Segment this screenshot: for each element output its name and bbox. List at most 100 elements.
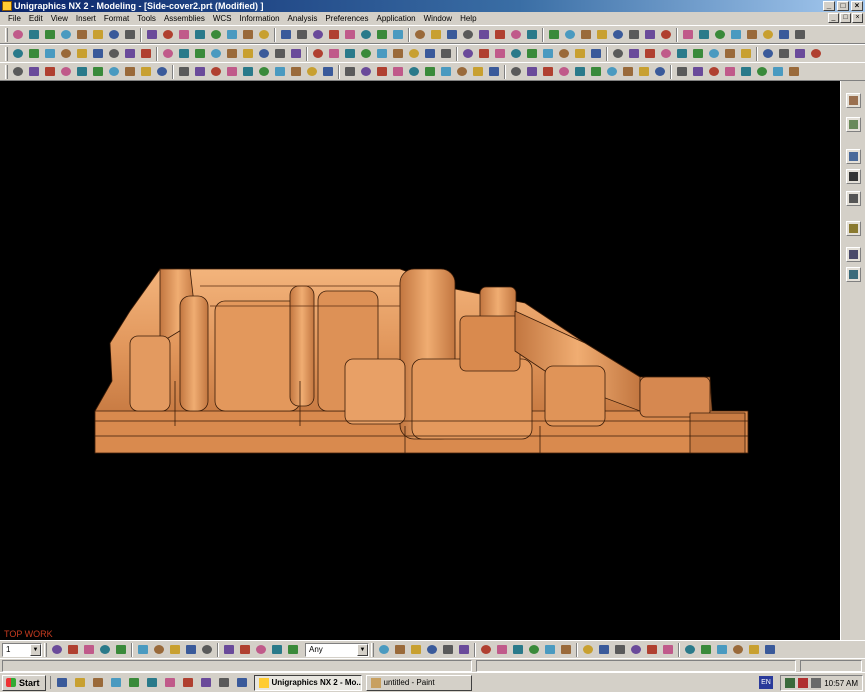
palette-icon[interactable] [846,221,861,236]
feature-tool-icon[interactable] [177,65,191,79]
standard-tool-icon[interactable] [413,28,427,42]
toolbar-grip[interactable] [44,642,47,657]
feature-tool-icon[interactable] [675,65,689,79]
curve-tool-icon[interactable] [123,47,137,61]
training-icon[interactable] [846,169,861,184]
selection-tool-icon[interactable] [661,643,675,657]
feature-tool-icon[interactable] [391,65,405,79]
curve-tool-icon[interactable] [311,47,325,61]
standard-tool-icon[interactable] [579,28,593,42]
curve-tool-icon[interactable] [193,47,207,61]
feature-tool-icon[interactable] [509,65,523,79]
feature-tool-icon[interactable] [193,65,207,79]
feature-tool-icon[interactable] [739,65,753,79]
curve-tool-icon[interactable] [643,47,657,61]
toolbar-grip[interactable] [5,64,8,79]
standard-tool-icon[interactable] [611,28,625,42]
feature-tool-icon[interactable] [573,65,587,79]
menu-format[interactable]: Format [100,12,133,25]
feature-tool-icon[interactable] [653,65,667,79]
standard-tool-icon[interactable] [91,28,105,42]
menu-wcs[interactable]: WCS [209,12,236,25]
feature-tool-icon[interactable] [359,65,373,79]
standard-tool-icon[interactable] [59,28,73,42]
web-browser-icon[interactable] [846,247,861,262]
quick-launch-icon[interactable] [127,676,141,689]
curve-tool-icon[interactable] [257,47,271,61]
feature-tool-icon[interactable] [487,65,501,79]
quick-launch-icon[interactable] [217,676,231,689]
feature-tool-icon[interactable] [707,65,721,79]
selection-tool-icon[interactable] [699,643,713,657]
standard-tool-icon[interactable] [225,28,239,42]
menu-view[interactable]: View [47,12,72,25]
quick-launch-icon[interactable] [163,676,177,689]
language-indicator[interactable]: EN [759,676,773,689]
curve-tool-icon[interactable] [525,47,539,61]
feature-tool-icon[interactable] [91,65,105,79]
curve-tool-icon[interactable] [161,47,175,61]
menu-information[interactable]: Information [236,12,284,25]
feature-tool-icon[interactable] [557,65,571,79]
curve-tool-icon[interactable] [375,47,389,61]
feature-tool-icon[interactable] [787,65,801,79]
snap-tool-icon[interactable] [98,643,112,657]
selection-tool-icon[interactable] [527,643,541,657]
standard-tool-icon[interactable] [343,28,357,42]
menu-preferences[interactable]: Preferences [321,12,372,25]
volume-icon[interactable] [811,678,822,688]
standard-tool-icon[interactable] [177,28,191,42]
curve-tool-icon[interactable] [589,47,603,61]
snap-tool-icon[interactable] [82,643,96,657]
standard-tool-icon[interactable] [745,28,759,42]
selection-tool-icon[interactable] [613,643,627,657]
standard-tool-icon[interactable] [107,28,121,42]
snap-tool-icon[interactable] [254,643,268,657]
curve-tool-icon[interactable] [241,47,255,61]
curve-tool-icon[interactable] [139,47,153,61]
curve-tool-icon[interactable] [289,47,303,61]
feature-tool-icon[interactable] [123,65,137,79]
curve-tool-icon[interactable] [423,47,437,61]
maximize-button[interactable]: □ [837,1,849,11]
history-icon[interactable] [846,149,861,164]
minimize-button[interactable]: _ [823,1,835,11]
curve-tool-icon[interactable] [343,47,357,61]
feature-tool-icon[interactable] [723,65,737,79]
curve-tool-icon[interactable] [809,47,823,61]
feature-tool-icon[interactable] [439,65,453,79]
standard-tool-icon[interactable] [145,28,159,42]
curve-tool-icon[interactable] [177,47,191,61]
selection-tool-icon[interactable] [581,643,595,657]
standard-tool-icon[interactable] [477,28,491,42]
curve-tool-icon[interactable] [477,47,491,61]
feature-tool-icon[interactable] [225,65,239,79]
feature-tool-icon[interactable] [423,65,437,79]
selection-tool-icon[interactable] [495,643,509,657]
standard-tool-icon[interactable] [445,28,459,42]
feature-tool-icon[interactable] [59,65,73,79]
standard-tool-icon[interactable] [11,28,25,42]
curve-tool-icon[interactable] [439,47,453,61]
snap-tool-icon[interactable] [286,643,300,657]
curve-tool-icon[interactable] [209,47,223,61]
quick-launch-icon[interactable] [55,676,69,689]
feature-tool-icon[interactable] [273,65,287,79]
standard-tool-icon[interactable] [429,28,443,42]
selection-tool-icon[interactable] [377,643,391,657]
snap-tool-icon[interactable] [200,643,214,657]
selection-tool-icon[interactable] [441,643,455,657]
feature-tool-icon[interactable] [455,65,469,79]
curve-tool-icon[interactable] [225,47,239,61]
quick-launch-icon[interactable] [181,676,195,689]
feature-tool-icon[interactable] [375,65,389,79]
quick-launch-icon[interactable] [109,676,123,689]
feature-tool-icon[interactable] [11,65,25,79]
standard-tool-icon[interactable] [525,28,539,42]
menu-insert[interactable]: Insert [72,12,100,25]
standard-tool-icon[interactable] [595,28,609,42]
menu-analysis[interactable]: Analysis [284,12,322,25]
curve-tool-icon[interactable] [541,47,555,61]
selection-tool-icon[interactable] [425,643,439,657]
menu-file[interactable]: File [4,12,25,25]
